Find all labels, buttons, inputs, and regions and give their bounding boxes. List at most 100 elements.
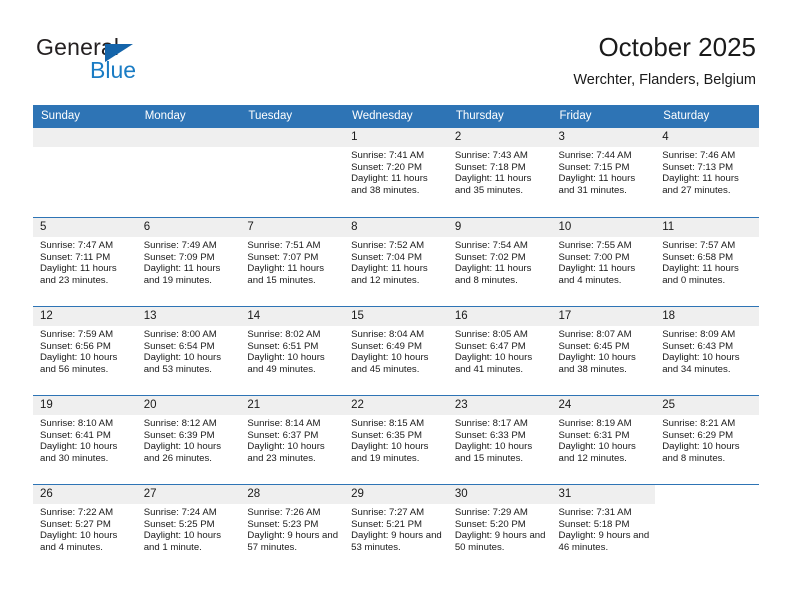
sunrise-text: Sunrise: 7:43 AM <box>454 150 528 161</box>
calendar-grid: Sunday Monday Tuesday Wednesday Thursday… <box>33 105 759 573</box>
calendar-day-cell[interactable]: 24 Sunrise: 8:19 AM Sunset: 6:31 PM Dayligh… <box>551 396 656 484</box>
day-details: Sunrise: 7:24 AM Sunset: 5:25 PM Daylight:… <box>137 504 241 553</box>
day-details: Sunrise: 7:51 AM Sunset: 7:07 PM Daylight:… <box>240 237 344 286</box>
calendar-empty-cell <box>655 485 759 573</box>
calendar-day-cell[interactable]: 9 Sunrise: 7:54 AM Sunset: 7:02 PM Daylight… <box>447 218 552 306</box>
sunset-text: Sunset: 7:09 PM <box>143 251 215 263</box>
day-details: Sunrise: 7:54 AM Sunset: 7:02 PM Daylight:… <box>448 237 552 286</box>
sunset-text: Sunset: 6:33 PM <box>454 429 526 441</box>
day-details: Sunrise: 8:15 AM Sunset: 6:35 PM Daylight:… <box>344 415 448 464</box>
sunrise-text: Sunrise: 7:47 AM <box>40 240 114 251</box>
day-details: Sunrise: 7:52 AM Sunset: 7:04 PM Daylight:… <box>344 237 448 286</box>
day-number: 20 <box>136 396 241 415</box>
calendar-day-cell[interactable]: 14 Sunrise: 8:02 AM Sunset: 6:51 PM Dayligh… <box>240 307 345 395</box>
weekday-header-sunday: Sunday <box>41 110 81 122</box>
title-block: October 2025 Werchter, Flanders, Belgium <box>573 32 756 89</box>
calendar-day-cell[interactable]: 31 Sunrise: 7:31 AM Sunset: 5:18 PM Dayligh… <box>551 485 656 573</box>
brand-logo[interactable]: General Blue <box>36 34 266 90</box>
weekday-header-row: Sunday Monday Tuesday Wednesday Thursday… <box>33 105 759 128</box>
calendar-day-cell[interactable]: 27 Sunrise: 7:24 AM Sunset: 5:25 PM Dayligh… <box>136 485 241 573</box>
sunset-text: Sunset: 5:18 PM <box>558 518 630 530</box>
day-details: Sunrise: 7:59 AM Sunset: 6:56 PM Daylight:… <box>33 326 137 375</box>
calendar-day-cell[interactable]: 13 Sunrise: 8:00 AM Sunset: 6:54 PM Dayligh… <box>136 307 241 395</box>
sunset-text: Sunset: 6:37 PM <box>247 429 319 441</box>
calendar-day-cell[interactable]: 30 Sunrise: 7:29 AM Sunset: 5:20 PM Dayligh… <box>447 485 552 573</box>
day-number: 10 <box>551 218 656 237</box>
calendar-day-cell[interactable]: 22 Sunrise: 8:15 AM Sunset: 6:35 PM Dayligh… <box>344 396 448 484</box>
daylight-text: Daylight: 9 hours and 50 minutes. <box>454 530 546 553</box>
page-title: October 2025 <box>598 32 756 62</box>
daylight-text: Daylight: 10 hours and 34 minutes. <box>662 352 740 375</box>
daylight-text: Daylight: 10 hours and 15 minutes. <box>454 441 533 464</box>
day-number: 30 <box>447 485 552 504</box>
sunrise-text: Sunrise: 7:31 AM <box>558 507 632 518</box>
calendar-day-cell[interactable]: 18 Sunrise: 8:09 AM Sunset: 6:43 PM Dayligh… <box>655 307 759 395</box>
calendar-week-row: 5 Sunrise: 7:47 AM Sunset: 7:11 PM Daylight… <box>33 217 759 306</box>
calendar-day-cell[interactable]: 25 Sunrise: 8:21 AM Sunset: 6:29 PM Dayligh… <box>655 396 759 484</box>
calendar-day-cell[interactable]: 8 Sunrise: 7:52 AM Sunset: 7:04 PM Daylight… <box>344 218 448 306</box>
sunset-text: Sunset: 7:20 PM <box>351 161 423 173</box>
calendar-day-cell[interactable]: 21 Sunrise: 8:14 AM Sunset: 6:37 PM Dayligh… <box>240 396 345 484</box>
daylight-text: Daylight: 10 hours and 12 minutes. <box>558 441 636 464</box>
weekday-header-monday: Monday <box>144 110 186 122</box>
calendar-day-cell[interactable]: 5 Sunrise: 7:47 AM Sunset: 7:11 PM Daylight… <box>33 218 137 306</box>
sunset-text: Sunset: 7:13 PM <box>662 161 734 173</box>
calendar-day-cell[interactable]: 16 Sunrise: 8:05 AM Sunset: 6:47 PM Dayligh… <box>447 307 552 395</box>
calendar-day-cell[interactable]: 11 Sunrise: 7:57 AM Sunset: 6:58 PM Dayligh… <box>655 218 759 306</box>
calendar-day-cell[interactable]: 4 Sunrise: 7:46 AM Sunset: 7:13 PM Daylight… <box>655 128 759 217</box>
calendar-empty-cell <box>33 128 137 217</box>
sunrise-text: Sunrise: 7:26 AM <box>247 507 321 518</box>
day-number: 2 <box>447 128 552 147</box>
daylight-text: Daylight: 10 hours and 53 minutes. <box>143 352 222 375</box>
day-details: Sunrise: 7:31 AM Sunset: 5:18 PM Daylight:… <box>552 504 656 553</box>
day-number: 11 <box>655 218 759 237</box>
calendar-day-cell[interactable]: 19 Sunrise: 8:10 AM Sunset: 6:41 PM Dayligh… <box>33 396 137 484</box>
calendar-day-cell[interactable]: 2 Sunrise: 7:43 AM Sunset: 7:18 PM Daylight… <box>447 128 552 217</box>
day-number: 26 <box>33 485 137 504</box>
sunset-text: Sunset: 7:00 PM <box>558 251 630 263</box>
calendar-day-cell[interactable]: 28 Sunrise: 7:26 AM Sunset: 5:23 PM Dayligh… <box>240 485 345 573</box>
calendar-day-cell[interactable]: 3 Sunrise: 7:44 AM Sunset: 7:15 PM Daylight… <box>551 128 656 217</box>
calendar-week-row: 26 Sunrise: 7:22 AM Sunset: 5:27 PM Dayligh… <box>33 484 759 573</box>
sunset-text: Sunset: 6:49 PM <box>351 340 423 352</box>
day-number: 24 <box>551 396 656 415</box>
calendar-page: General Blue October 2025 Werchter, Flan… <box>0 0 792 612</box>
day-details: Sunrise: 7:55 AM Sunset: 7:00 PM Daylight:… <box>552 237 656 286</box>
day-number: 8 <box>344 218 448 237</box>
daylight-text: Daylight: 9 hours and 46 minutes. <box>558 530 650 553</box>
calendar-day-cell[interactable]: 17 Sunrise: 8:07 AM Sunset: 6:45 PM Dayligh… <box>551 307 656 395</box>
daylight-text: Daylight: 10 hours and 41 minutes. <box>454 352 533 375</box>
day-number: 22 <box>344 396 448 415</box>
sunset-text: Sunset: 7:18 PM <box>454 161 526 173</box>
calendar-day-cell[interactable]: 15 Sunrise: 8:04 AM Sunset: 6:49 PM Dayligh… <box>344 307 448 395</box>
calendar-day-cell[interactable]: 1 Sunrise: 7:41 AM Sunset: 7:20 PM Daylight… <box>344 128 448 217</box>
sunrise-text: Sunrise: 7:49 AM <box>143 240 217 251</box>
calendar-day-cell[interactable]: 10 Sunrise: 7:55 AM Sunset: 7:00 PM Dayligh… <box>551 218 656 306</box>
day-details: Sunrise: 8:07 AM Sunset: 6:45 PM Daylight:… <box>552 326 656 375</box>
day-details: Sunrise: 7:22 AM Sunset: 5:27 PM Daylight:… <box>33 504 137 553</box>
sunrise-text: Sunrise: 8:10 AM <box>40 418 114 429</box>
sunrise-text: Sunrise: 7:27 AM <box>351 507 425 518</box>
calendar-day-cell[interactable]: 29 Sunrise: 7:27 AM Sunset: 5:21 PM Dayligh… <box>344 485 448 573</box>
calendar-day-cell[interactable]: 23 Sunrise: 8:17 AM Sunset: 6:33 PM Dayligh… <box>447 396 552 484</box>
calendar-day-cell[interactable]: 7 Sunrise: 7:51 AM Sunset: 7:07 PM Daylight… <box>240 218 345 306</box>
sunrise-text: Sunrise: 8:17 AM <box>454 418 528 429</box>
daylight-text: Daylight: 10 hours and 30 minutes. <box>40 441 118 464</box>
calendar-day-cell[interactable]: 12 Sunrise: 7:59 AM Sunset: 6:56 PM Dayligh… <box>33 307 137 395</box>
weekday-header-thursday: Thursday <box>455 110 504 122</box>
daylight-text: Daylight: 10 hours and 1 minute. <box>143 530 222 553</box>
day-number: 12 <box>33 307 137 326</box>
calendar-day-cell[interactable]: 6 Sunrise: 7:49 AM Sunset: 7:09 PM Daylight… <box>136 218 241 306</box>
sunset-text: Sunset: 6:45 PM <box>558 340 630 352</box>
sunrise-text: Sunrise: 7:44 AM <box>558 150 632 161</box>
sunrise-text: Sunrise: 7:57 AM <box>662 240 736 251</box>
sunset-text: Sunset: 7:15 PM <box>558 161 630 173</box>
calendar-day-cell[interactable]: 26 Sunrise: 7:22 AM Sunset: 5:27 PM Dayligh… <box>33 485 137 573</box>
day-number: 15 <box>344 307 448 326</box>
daylight-text: Daylight: 11 hours and 23 minutes. <box>40 263 117 286</box>
sunset-text: Sunset: 7:11 PM <box>40 251 111 263</box>
day-number: 14 <box>240 307 345 326</box>
day-number <box>240 128 345 147</box>
calendar-day-cell[interactable]: 20 Sunrise: 8:12 AM Sunset: 6:39 PM Dayligh… <box>136 396 241 484</box>
day-number: 6 <box>136 218 241 237</box>
